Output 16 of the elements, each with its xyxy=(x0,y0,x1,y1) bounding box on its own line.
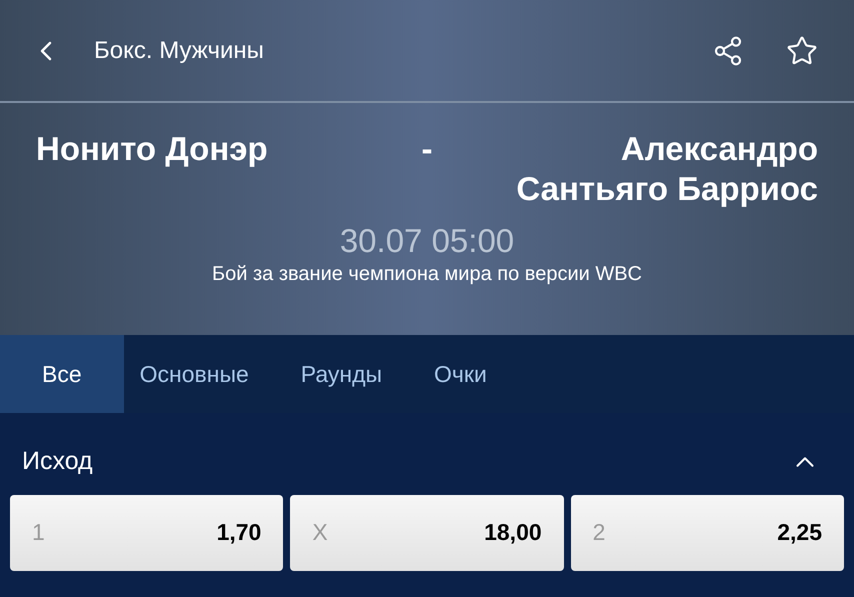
share-icon xyxy=(712,34,744,66)
versus-separator: - xyxy=(420,129,434,169)
match-datetime: 30.07 05:00 xyxy=(340,221,514,261)
tab[interactable]: Раунды xyxy=(284,335,398,413)
star-icon xyxy=(786,34,818,66)
market-title: Исход xyxy=(22,446,94,477)
odds-button[interactable]: 1 1,70 xyxy=(10,494,284,570)
tab[interactable]: Все xyxy=(0,335,124,413)
match-description: Бой за звание чемпиона мира по версии WBC xyxy=(212,262,642,287)
tab[interactable]: Основные xyxy=(124,335,265,413)
tab[interactable]: Очки xyxy=(418,335,503,413)
odds-button[interactable]: 2 2,25 xyxy=(570,494,844,570)
home-fighter: Нонито Донэр xyxy=(36,130,268,167)
header-title: Бокс. Мужчины xyxy=(94,36,264,66)
odds-button[interactable]: X 18,00 xyxy=(290,494,564,570)
away-fighter: Александро Сантьяго Барриос xyxy=(515,129,818,209)
